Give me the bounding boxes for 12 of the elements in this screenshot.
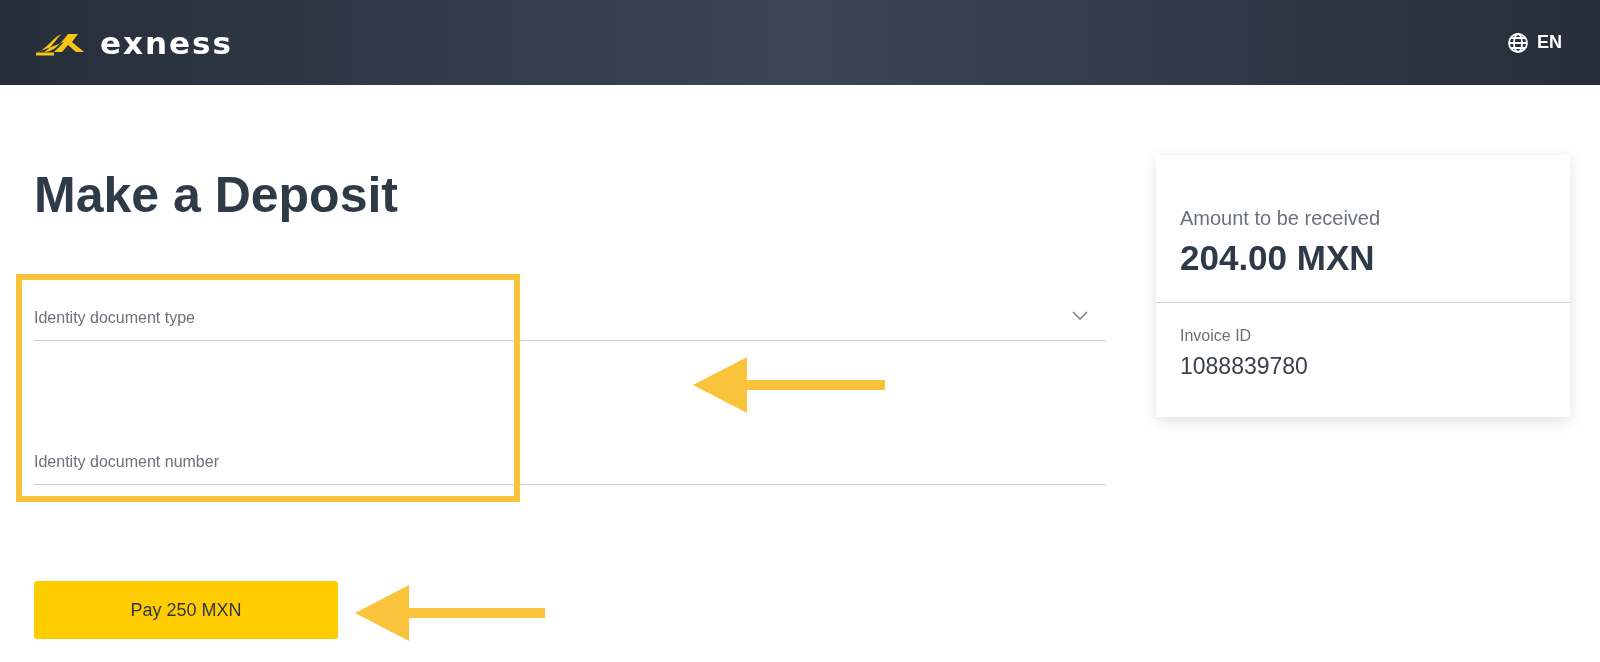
pay-button[interactable]: Pay 250 MXN xyxy=(34,581,338,639)
page-title: Make a Deposit xyxy=(34,166,399,225)
chevron-down-icon xyxy=(1072,311,1088,321)
language-selector[interactable]: EN xyxy=(1537,32,1562,53)
globe-icon[interactable] xyxy=(1507,31,1529,54)
amount-value: 204.00 MXN xyxy=(1180,238,1376,278)
invoice-id: 1088839780 xyxy=(1180,353,1309,380)
amount-label: Amount to be received xyxy=(1180,207,1382,230)
invoice-label: Invoice ID xyxy=(1180,327,1253,345)
select-field[interactable]: Identity document type xyxy=(34,295,1106,341)
logo-text: exness xyxy=(100,24,234,61)
input-field[interactable]: Identity document number xyxy=(34,439,1106,485)
